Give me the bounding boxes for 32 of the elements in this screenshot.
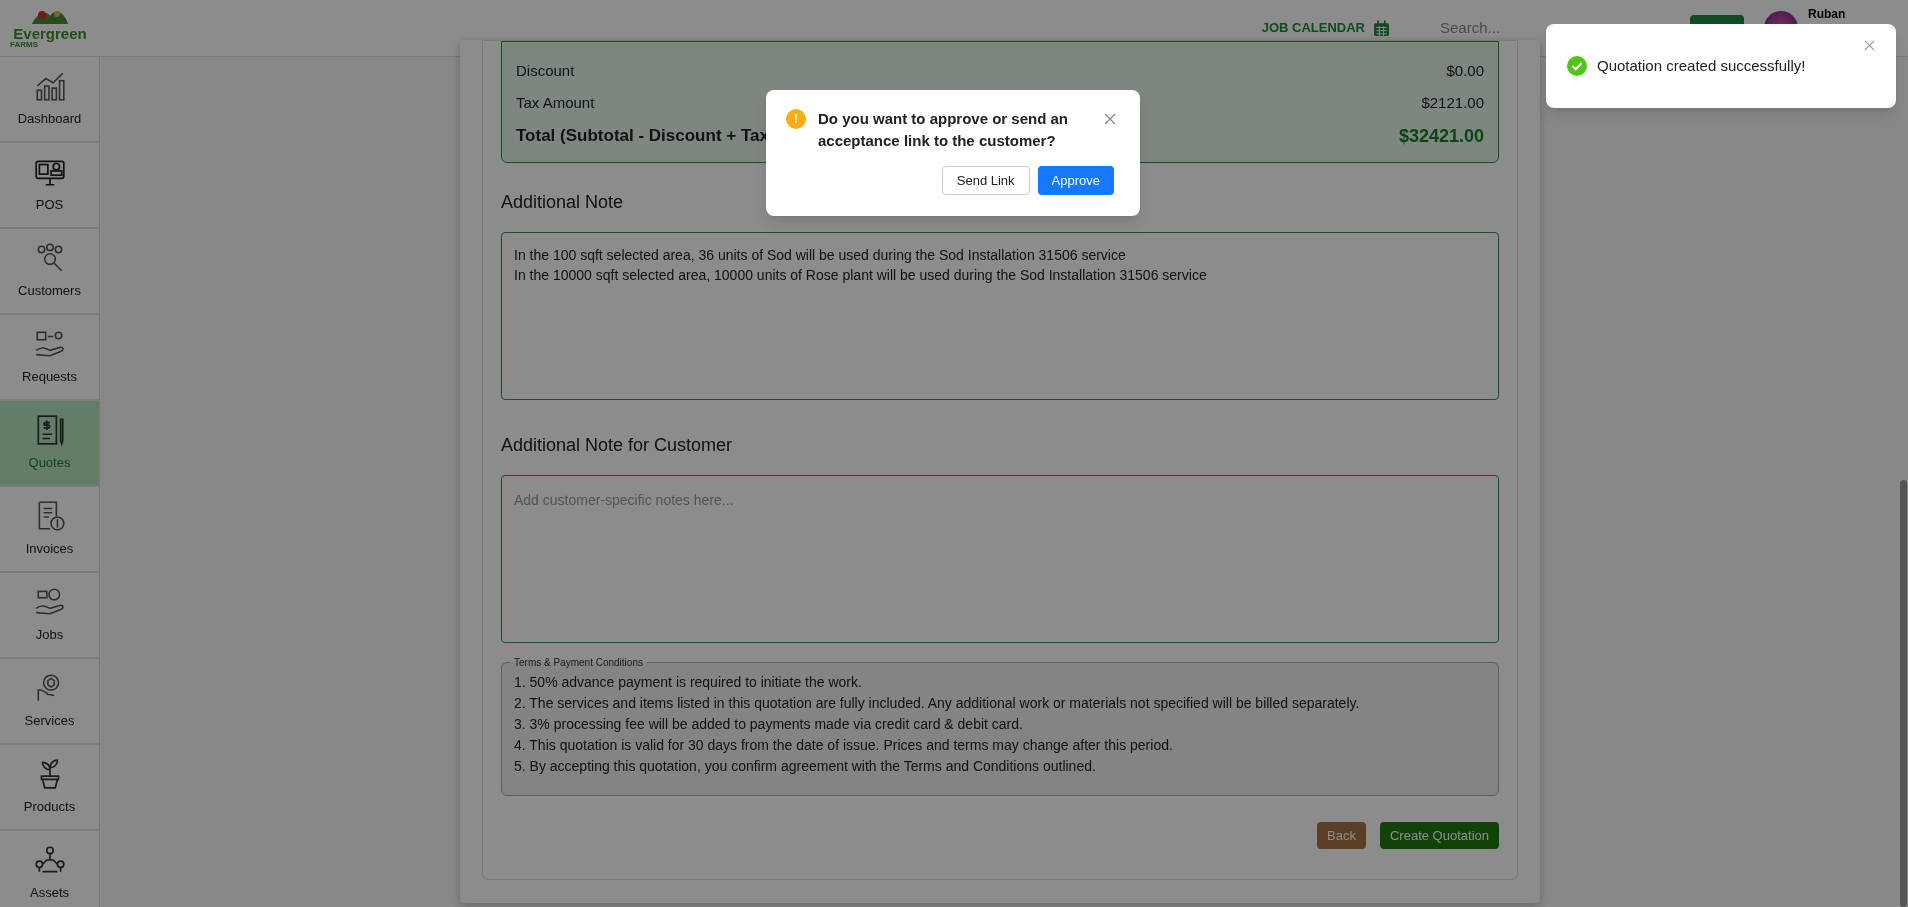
logo-subtitle: FARMS [10,40,38,49]
dialog-message: Do you want to approve or send an acceptance link to the customer? [818,109,1070,151]
summary-value: $2121.00 [1421,92,1484,113]
create-quotation-button[interactable]: Create Quotation [1380,822,1499,849]
terms-line: 3. 3% processing fee will be added to payments made via credit card & debit card. [514,716,1024,733]
total-value: $32421.00 [1398,125,1484,148]
warning-icon: ! [786,109,806,129]
section-heading: Additional Note [501,191,625,214]
terms-line: 4. This quotation is valid for 30 days from the date of issue. Prices and terms may change after this period. [514,737,1174,754]
toast-message: Quotation created successfully! [1597,55,1806,76]
section-heading: Additional Note for Customer [501,434,734,457]
note-field[interactable]: In the 100 sqft selected area, 36 units of Sod will be used during the Sod Installation 31506 service In the 10000 sqft selected area, 10000 units of Rose plant will be used during the Sod Installation 31506 service [501,232,1499,400]
terms-line: 2. The services and items listed in this quotation are fully included. Any additional work or materials not specified will be billed separately. [514,695,1361,712]
search-field[interactable]: Search... [1440,16,1640,40]
terms-line: 5. By accepting this quotation, you confirm agreement with the Terms and Conditions outlined. [514,758,1097,775]
summary-label: Discount [516,61,575,81]
job-calendar-link[interactable]: JOB CALENDAR [1261,18,1390,38]
logo-text: Evergreen [13,25,87,41]
terms-line: 1. 50% advance payment is required to initiate the work. [514,674,863,691]
back-button[interactable]: Back [1317,822,1366,849]
scrollbar-thumb[interactable] [1900,480,1907,907]
close-icon[interactable] [1864,40,1875,51]
user-name[interactable]: Ruban [1808,7,1908,21]
summary-value: $0.00 [1446,61,1484,81]
send-link-button[interactable]: Send Link [941,166,1030,195]
check-circle-icon [1567,56,1587,76]
terms-legend: Terms & Payment Conditions [510,655,647,670]
calendar-icon [1373,19,1390,37]
customer-note-field[interactable]: Add customer-specific notes here... [501,475,1499,643]
close-icon[interactable] [1104,113,1116,125]
summary-label: Tax Amount [516,92,595,113]
approve-button[interactable]: Approve [1037,166,1114,195]
